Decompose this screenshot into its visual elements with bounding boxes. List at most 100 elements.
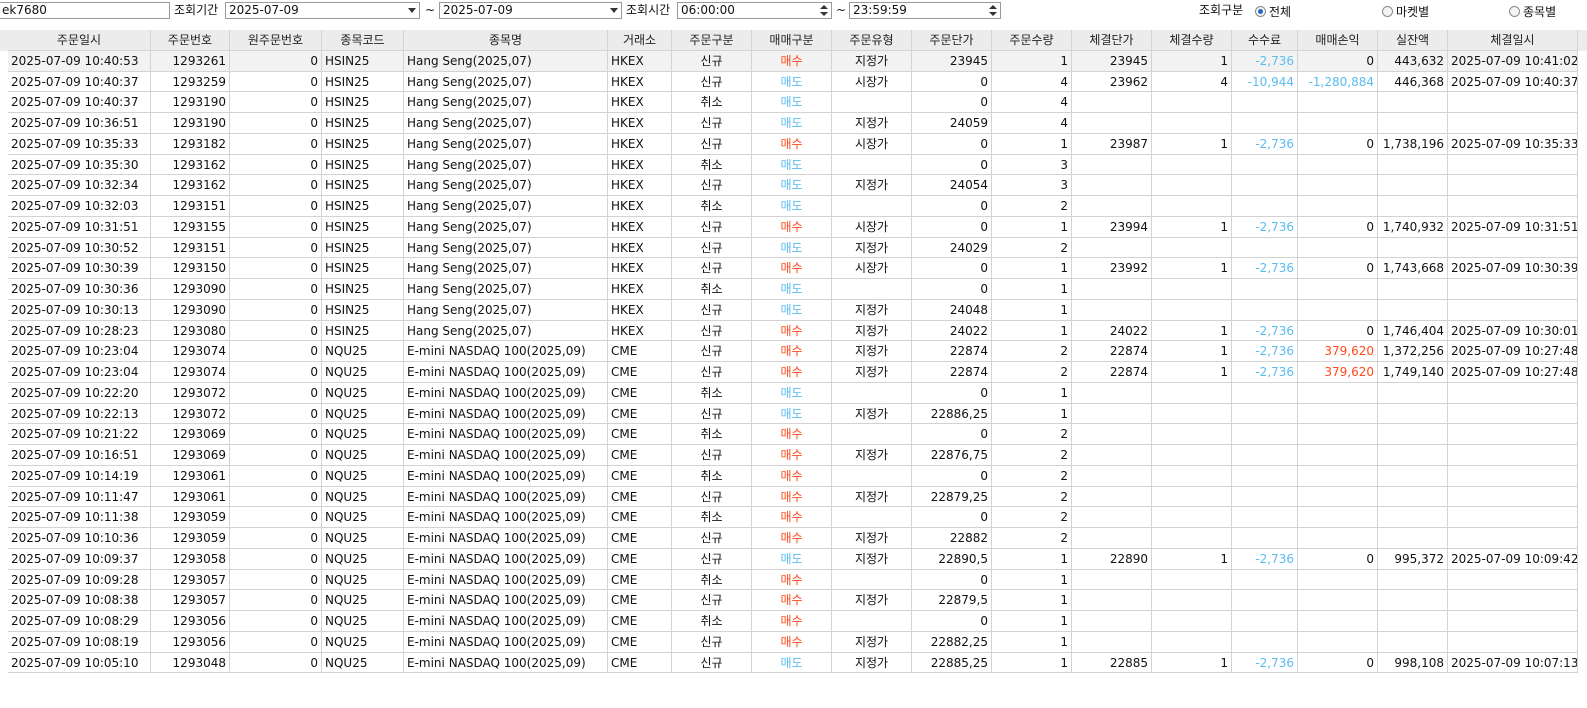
cell-order-kind: 취소: [672, 611, 752, 632]
col-header-fee[interactable]: 수수료: [1232, 30, 1298, 51]
cell-trade-side: 매도: [752, 652, 832, 674]
table-row[interactable]: 2025-07-09 10:40:53 1293261 0 HSIN25 Hang Se…: [0, 50, 1587, 72]
table-row[interactable]: 2025-07-09 10:23:04 1293074 0 NQU25 E-mini N…: [0, 341, 1587, 362]
cell-order-qty: 1: [992, 299, 1072, 321]
radio-all[interactable]: 전체: [1255, 3, 1291, 20]
table-row[interactable]: 2025-07-09 10:08:38 1293057 0 NQU25 E-mini N…: [0, 590, 1587, 611]
orders-grid[interactable]: 주문일시 주문번호 원주문번호 종목코드 종목명 거래소 주문구분 매매구분 주문유형 주문단가 주…: [0, 30, 1587, 708]
col-header-item-name[interactable]: 종목명: [404, 30, 608, 51]
table-row[interactable]: 2025-07-09 10:30:52 1293151 0 HSIN25 Hang Se…: [0, 237, 1587, 259]
cell-balance: [1378, 507, 1448, 528]
table-row[interactable]: 2025-07-09 10:30:39 1293150 0 HSIN25 Hang Se…: [0, 258, 1587, 279]
cell-fill-qty: [1152, 382, 1232, 404]
cell-order-no: 1293061: [151, 465, 230, 487]
cell-fill-price: [1072, 445, 1152, 466]
cell-item-name: E-mini NASDAQ 100(2025,09): [404, 403, 608, 425]
time-from-spinner[interactable]: 06:00:00: [677, 2, 832, 19]
cell-trade-side: 매도: [752, 299, 832, 321]
cell-exchange: HKEX: [608, 196, 672, 217]
table-row[interactable]: 2025-07-09 10:23:04 1293074 0 NQU25 E-mini N…: [0, 362, 1587, 383]
cell-exchange: CME: [608, 382, 672, 404]
cell-order-time: 2025-07-09 10:36:51: [8, 113, 151, 134]
cell-pnl: [1298, 403, 1378, 425]
table-row[interactable]: 2025-07-09 10:09:28 1293057 0 NQU25 E-mini N…: [0, 569, 1587, 591]
mode-label: 조회구분: [1199, 3, 1244, 17]
cell-balance: [1378, 611, 1448, 632]
spin-down-icon[interactable]: [989, 12, 997, 16]
table-row[interactable]: 2025-07-09 10:21:22 1293069 0 NQU25 E-mini N…: [0, 424, 1587, 445]
cell-item-name: E-mini NASDAQ 100(2025,09): [404, 611, 608, 632]
cell-fill-qty: [1152, 465, 1232, 487]
col-header-fill-qty[interactable]: 체결수량: [1152, 30, 1232, 51]
table-row[interactable]: 2025-07-09 10:09:37 1293058 0 NQU25 E-mini N…: [0, 548, 1587, 570]
cell-trade-side: 매도: [752, 154, 832, 176]
cell-order-kind: 신규: [672, 133, 752, 155]
col-header-pnl[interactable]: 매매손익: [1298, 30, 1378, 51]
col-header-order-type[interactable]: 주문유형: [832, 30, 912, 51]
table-row[interactable]: 2025-07-09 10:30:13 1293090 0 HSIN25 Hang Se…: [0, 299, 1587, 321]
cell-fill-price: [1072, 528, 1152, 549]
col-header-order-time[interactable]: 주문일시: [8, 30, 151, 51]
table-row[interactable]: 2025-07-09 10:40:37 1293259 0 HSIN25 Hang Se…: [0, 71, 1587, 93]
table-row[interactable]: 2025-07-09 10:11:38 1293059 0 NQU25 E-mini N…: [0, 507, 1587, 528]
table-row[interactable]: 2025-07-09 10:31:51 1293155 0 HSIN25 Hang Se…: [0, 216, 1587, 238]
col-header-orig-order-no[interactable]: 원주문번호: [230, 30, 322, 51]
table-row[interactable]: 2025-07-09 10:22:20 1293072 0 NQU25 E-mini N…: [0, 382, 1587, 404]
cell-order-price: 0: [912, 258, 992, 279]
cell-order-price: 0: [912, 507, 992, 528]
spin-up-icon[interactable]: [989, 5, 997, 9]
cell-fill-qty: 1: [1152, 548, 1232, 570]
cell-order-price: 0: [912, 569, 992, 591]
table-row[interactable]: 2025-07-09 10:10:36 1293059 0 NQU25 E-mini N…: [0, 528, 1587, 549]
table-row[interactable]: 2025-07-09 10:30:36 1293090 0 HSIN25 Hang Se…: [0, 279, 1587, 300]
cell-order-kind: 신규: [672, 113, 752, 134]
cell-fee: [1232, 590, 1298, 611]
col-header-fill-time[interactable]: 체결일시: [1448, 30, 1578, 51]
table-row[interactable]: 2025-07-09 10:08:29 1293056 0 NQU25 E-mini N…: [0, 611, 1587, 632]
cell-exchange: CME: [608, 631, 672, 653]
time-to-spinner[interactable]: 23:59:59: [849, 2, 1001, 19]
table-row[interactable]: 2025-07-09 10:28:23 1293080 0 HSIN25 Hang Se…: [0, 320, 1587, 342]
cell-item-code: HSIN25: [322, 216, 404, 238]
cell-item-code: HSIN25: [322, 279, 404, 300]
table-row[interactable]: 2025-07-09 10:05:10 1293048 0 NQU25 E-mini N…: [0, 652, 1587, 674]
radio-item[interactable]: 종목별: [1509, 3, 1556, 20]
table-row[interactable]: 2025-07-09 10:16:51 1293069 0 NQU25 E-mini N…: [0, 445, 1587, 466]
col-header-item-code[interactable]: 종목코드: [322, 30, 404, 51]
col-header-balance[interactable]: 실잔액: [1378, 30, 1448, 51]
cell-fill-time: [1448, 465, 1578, 487]
table-row[interactable]: 2025-07-09 10:35:30 1293162 0 HSIN25 Hang Se…: [0, 154, 1587, 176]
account-input[interactable]: ek7680: [0, 2, 170, 19]
cell-order-kind: 신규: [672, 528, 752, 549]
table-row[interactable]: 2025-07-09 10:40:37 1293190 0 HSIN25 Hang Se…: [0, 92, 1587, 113]
cell-exchange: HKEX: [608, 133, 672, 155]
spin-up-icon[interactable]: [820, 5, 828, 9]
date-to-select[interactable]: 2025-07-09: [439, 2, 622, 19]
radio-market[interactable]: 마켓별: [1382, 3, 1429, 20]
table-row[interactable]: 2025-07-09 10:14:19 1293061 0 NQU25 E-mini N…: [0, 465, 1587, 487]
cell-order-type: 지정가: [832, 652, 912, 674]
col-header-order-qty[interactable]: 주문수량: [992, 30, 1072, 51]
col-header-fill-price[interactable]: 체결단가: [1072, 30, 1152, 51]
cell-order-type: [832, 465, 912, 487]
col-header-order-price[interactable]: 주문단가: [912, 30, 992, 51]
tilde-separator: ~: [836, 3, 847, 17]
table-row[interactable]: 2025-07-09 10:32:34 1293162 0 HSIN25 Hang Se…: [0, 175, 1587, 196]
col-header-order-kind[interactable]: 주문구분: [672, 30, 752, 51]
date-from-select[interactable]: 2025-07-09: [225, 2, 420, 19]
table-row[interactable]: 2025-07-09 10:36:51 1293190 0 HSIN25 Hang Se…: [0, 113, 1587, 134]
cell-fill-qty: [1152, 196, 1232, 217]
cell-order-time: 2025-07-09 10:35:33: [8, 133, 151, 155]
cell-pnl: 0: [1298, 548, 1378, 570]
table-row[interactable]: 2025-07-09 10:35:33 1293182 0 HSIN25 Hang Se…: [0, 133, 1587, 155]
cell-pnl: [1298, 424, 1378, 445]
spin-down-icon[interactable]: [820, 12, 828, 16]
cell-order-kind: 취소: [672, 279, 752, 300]
table-row[interactable]: 2025-07-09 10:32:03 1293151 0 HSIN25 Hang Se…: [0, 196, 1587, 217]
table-row[interactable]: 2025-07-09 10:11:47 1293061 0 NQU25 E-mini N…: [0, 486, 1587, 508]
col-header-trade-side[interactable]: 매매구분: [752, 30, 832, 51]
table-row[interactable]: 2025-07-09 10:08:19 1293056 0 NQU25 E-mini N…: [0, 631, 1587, 653]
col-header-order-no[interactable]: 주문번호: [151, 30, 230, 51]
table-row[interactable]: 2025-07-09 10:22:13 1293072 0 NQU25 E-mini N…: [0, 403, 1587, 425]
col-header-exchange[interactable]: 거래소: [608, 30, 672, 51]
